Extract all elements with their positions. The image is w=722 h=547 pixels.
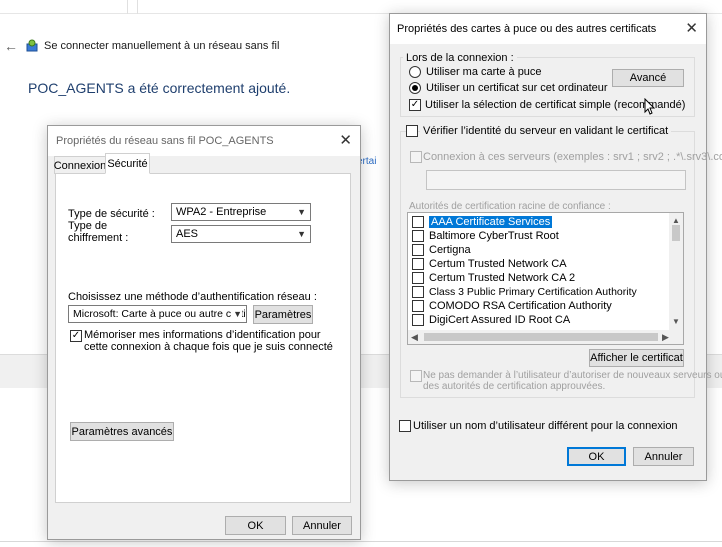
cert-checkbox[interactable]: [412, 244, 424, 256]
chevron-down-icon[interactable]: ▼: [672, 317, 680, 326]
ok-button[interactable]: OK: [567, 447, 626, 466]
encryption-label-line2: chiffrement :: [68, 232, 129, 244]
list-item[interactable]: AAA Certificate Services: [412, 215, 670, 229]
vertical-scrollbar[interactable]: ▲ ▼: [669, 213, 683, 330]
security-type-label: Type de sécurité :: [68, 208, 155, 220]
verify-server-checkbox[interactable]: [406, 125, 418, 137]
list-item[interactable]: Baltimore CyberTrust Root: [412, 229, 670, 243]
remember-credentials-checkbox[interactable]: ✓: [70, 330, 82, 342]
encryption-value: AES: [176, 228, 199, 240]
no-prompt-label-line2: des autorités de certification approuvée…: [423, 381, 606, 392]
dialog-titlebar: Propriétés du réseau sans fil POC_AGENTS…: [48, 126, 360, 156]
chevron-right-icon[interactable]: ▶: [662, 332, 669, 343]
encryption-type-select[interactable]: AES ▼: [171, 225, 311, 243]
chevron-up-icon[interactable]: ▲: [672, 216, 680, 225]
cert-checkbox[interactable]: [412, 300, 424, 312]
advanced-settings-button[interactable]: Paramètres avancés: [70, 422, 174, 441]
smartcard-radio[interactable]: [409, 66, 421, 78]
cert-name: Class 3 Public Primary Certification Aut…: [429, 286, 637, 298]
divider: [0, 541, 722, 542]
servers-input[interactable]: [426, 170, 686, 190]
remember-credentials-label-line1: Mémoriser mes informations d’identificat…: [84, 329, 321, 341]
cancel-button[interactable]: Annuler: [633, 447, 694, 466]
root-ca-label: Autorités de certification racine de con…: [409, 201, 611, 212]
list-item[interactable]: COMODO RSA Certification Authority: [412, 299, 670, 313]
success-message: POC_AGENTS a été correctement ajouté.: [28, 80, 291, 96]
cert-checkbox[interactable]: [412, 286, 424, 298]
chevron-left-icon[interactable]: ◀: [411, 332, 418, 343]
cert-name: Certum Trusted Network CA: [429, 258, 567, 270]
close-icon[interactable]: ✕: [685, 19, 698, 37]
no-prompt-label-line1: Ne pas demander à l’utilisateur d’autori…: [423, 370, 722, 381]
cert-name: COMODO RSA Certification Authority: [429, 300, 612, 312]
list-item[interactable]: Certigna: [412, 243, 670, 257]
no-prompt-checkbox[interactable]: [410, 370, 422, 382]
different-user-checkbox[interactable]: [399, 420, 411, 432]
connect-servers-label: Connexion à ces serveurs (exemples : srv…: [423, 151, 722, 163]
encryption-label-line1: Type de: [68, 220, 108, 232]
cert-name: AAA Certificate Services: [429, 216, 553, 228]
background-window-top-strip: [0, 0, 722, 14]
wireless-properties-dialog: Propriétés du réseau sans fil POC_AGENTS…: [47, 125, 361, 540]
connection-group-label: Lors de la connexion :: [403, 52, 517, 64]
tab-securite[interactable]: Sécurité: [105, 153, 150, 174]
scrollbar-thumb[interactable]: [672, 225, 680, 241]
dialog-title: Propriétés du réseau sans fil POC_AGENTS: [56, 135, 274, 147]
certificate-radio-label: Utiliser un certificat sur cet ordinateu…: [426, 82, 608, 94]
cert-name: Certigna: [429, 244, 471, 256]
auth-method-select[interactable]: Microsoft: Carte à puce ou autre certifi…: [68, 305, 247, 323]
parametres-button[interactable]: Paramètres: [253, 305, 313, 324]
certificate-radio[interactable]: [409, 82, 421, 94]
view-certificate-button[interactable]: Afficher le certificat: [589, 349, 684, 367]
auth-method-label: Choisissez une méthode d’authentificatio…: [68, 291, 317, 303]
remember-credentials-label-line2: cette connexion à chaque fois que je sui…: [84, 341, 333, 353]
avance-button[interactable]: Avancé: [612, 69, 684, 87]
tab-connexion[interactable]: Connexion: [54, 156, 106, 174]
cert-checkbox[interactable]: [412, 216, 424, 228]
arrow-left-icon[interactable]: ←: [4, 38, 18, 54]
cert-name: Baltimore CyberTrust Root: [429, 230, 559, 242]
different-user-label: Utiliser un nom d’utilisateur différent …: [413, 420, 678, 432]
list-item[interactable]: Class 3 Public Primary Certification Aut…: [412, 285, 670, 299]
cert-checkbox[interactable]: [412, 230, 424, 242]
cert-name: DigiCert Assured ID Root CA: [429, 314, 571, 326]
ok-button[interactable]: OK: [225, 516, 286, 535]
close-icon[interactable]: ✕: [339, 131, 352, 149]
chevron-down-icon: ▼: [231, 309, 242, 319]
connect-servers-checkbox[interactable]: [410, 151, 422, 163]
cert-checkbox[interactable]: [412, 258, 424, 270]
cert-checkbox[interactable]: [412, 272, 424, 284]
security-tab-panel: Type de sécurité : WPA2 - Entreprise ▼ T…: [55, 173, 351, 503]
cert-checkbox[interactable]: [412, 314, 424, 326]
simple-selection-checkbox[interactable]: ✓: [409, 99, 421, 111]
cancel-button[interactable]: Annuler: [292, 516, 352, 535]
certificate-properties-dialog: Propriétés des cartes à puce ou des autr…: [389, 13, 722, 481]
horizontal-scrollbar[interactable]: ◀ ▶: [408, 330, 683, 344]
list-item[interactable]: Certum Trusted Network CA: [412, 257, 670, 271]
security-type-value: WPA2 - Entreprise: [176, 206, 267, 218]
mouse-pointer-icon: [644, 97, 656, 119]
verify-server-label: Vérifier l’identité du serveur en valida…: [420, 125, 672, 137]
security-type-select[interactable]: WPA2 - Entreprise ▼: [171, 203, 311, 221]
auth-method-value: Microsoft: Carte à puce ou autre certifi…: [73, 308, 247, 320]
wifi-network-icon: [25, 39, 39, 53]
chevron-down-icon: ▼: [297, 229, 306, 239]
chevron-down-icon: ▼: [297, 207, 306, 217]
cert-name: Certum Trusted Network CA 2: [429, 272, 576, 284]
dialog-title: Propriétés des cartes à puce ou des autr…: [397, 23, 657, 35]
wizard-heading: Se connecter manuellement à un réseau sa…: [44, 40, 280, 52]
scrollbar-thumb[interactable]: [424, 333, 658, 341]
list-item[interactable]: DigiCert Assured ID Root CA: [412, 313, 670, 327]
dialog-titlebar: Propriétés des cartes à puce ou des autr…: [390, 14, 706, 44]
smartcard-radio-label: Utiliser ma carte à puce: [426, 66, 542, 78]
root-ca-list[interactable]: AAA Certificate Services Baltimore Cyber…: [407, 212, 684, 345]
list-item[interactable]: Certum Trusted Network CA 2: [412, 271, 670, 285]
